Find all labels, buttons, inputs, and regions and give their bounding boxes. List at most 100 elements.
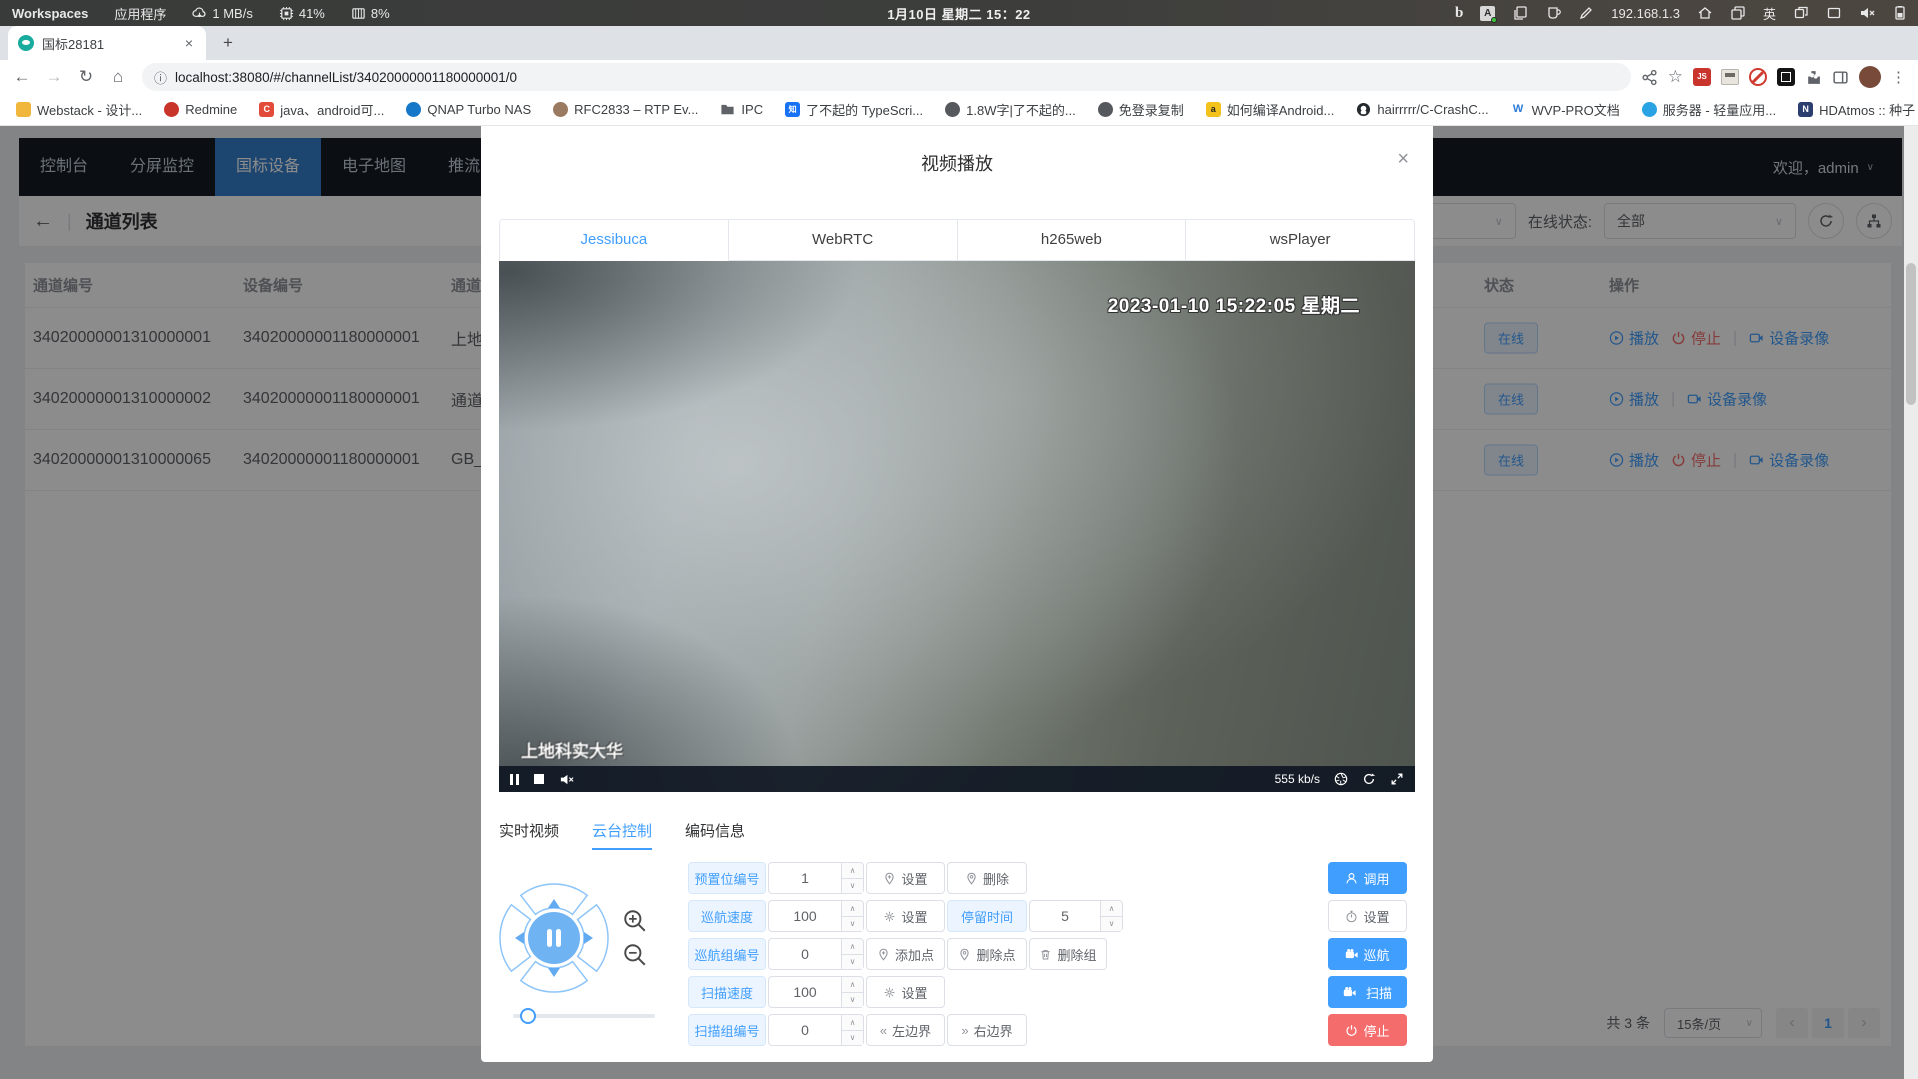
player-tab-h265web[interactable]: h265web	[958, 219, 1187, 261]
slider-handle[interactable]	[520, 1008, 536, 1024]
left-boundary-button[interactable]: «左边界	[866, 1014, 945, 1046]
clipboard-tray-icon[interactable]	[1512, 5, 1528, 21]
spin-up-icon[interactable]: ∧	[1101, 901, 1122, 917]
forward-button[interactable]: →	[40, 63, 68, 91]
profile-avatar[interactable]	[1859, 66, 1881, 88]
spin-down-icon[interactable]: ∨	[842, 955, 863, 970]
scrollbar-thumb[interactable]	[1906, 263, 1916, 405]
spin-down-icon[interactable]: ∨	[1101, 917, 1122, 932]
tab-encoding-info[interactable]: 编码信息	[685, 820, 745, 850]
preset-set-button[interactable]: 设置	[866, 862, 945, 894]
cruise-button[interactable]: 巡航	[1328, 938, 1407, 970]
browser-menu-icon[interactable]: ⋮	[1891, 68, 1906, 86]
window-switch-icon[interactable]	[1793, 5, 1809, 21]
clock[interactable]: 1月10日 星期二 15：22	[887, 4, 1030, 23]
bookmark-qnap[interactable]: QNAP Turbo NAS	[406, 102, 531, 117]
zoom-in-button[interactable]	[622, 908, 648, 934]
extension-print-icon[interactable]	[1721, 69, 1739, 85]
applications-menu[interactable]: 应用程序	[114, 4, 166, 23]
spin-down-icon[interactable]: ∨	[842, 917, 863, 932]
scan-button[interactable]: 停止扫描速度扫描	[1328, 976, 1407, 1008]
fullscreen-icon[interactable]	[1390, 772, 1404, 786]
address-bar[interactable]: ⓘ localhost:38080/#/channelList/34020000…	[142, 63, 1631, 91]
ptz-up-button[interactable]	[521, 884, 587, 914]
player-tab-webrtc[interactable]: WebRTC	[729, 219, 958, 261]
player-tab-jessibuca[interactable]: Jessibuca	[499, 219, 729, 261]
translate-tray-icon[interactable]: A	[1480, 6, 1495, 21]
share-icon[interactable]	[1641, 69, 1658, 86]
zoom-out-button[interactable]	[622, 942, 648, 968]
browser-tab[interactable]: 国标28181 ×	[8, 26, 206, 60]
home-tray-icon[interactable]	[1697, 5, 1713, 21]
spin-up-icon[interactable]: ∧	[842, 901, 863, 917]
player-settings-icon[interactable]	[1334, 772, 1348, 786]
bookmark-rfc2833[interactable]: RFC2833 – RTP Ev...	[553, 102, 698, 117]
preset-delete-button[interactable]: 删除	[947, 862, 1027, 894]
volume-muted-icon[interactable]	[1859, 5, 1875, 21]
spin-down-icon[interactable]: ∨	[842, 879, 863, 894]
ptz-center-pause-button[interactable]	[528, 912, 580, 964]
stay-time-set-button[interactable]: 设置	[1328, 900, 1407, 932]
home-button[interactable]: ⌂	[104, 63, 132, 91]
add-point-button[interactable]: 添加点	[866, 938, 945, 970]
preset-number-input[interactable]: 1 ∧∨	[768, 862, 864, 894]
ptz-stop-button[interactable]: 停止	[1328, 1014, 1407, 1046]
bookmark-hdatmos[interactable]: NHDAtmos :: 种子 *...	[1798, 100, 1918, 119]
ip-address-indicator[interactable]: 192.168.1.3	[1611, 6, 1680, 21]
site-info-icon[interactable]: ⓘ	[154, 68, 167, 87]
bookmark-article[interactable]: 1.8W字|了不起的...	[945, 100, 1076, 119]
cruise-speed-input[interactable]: 100 ∧∨	[768, 900, 864, 932]
spin-down-icon[interactable]: ∨	[842, 993, 863, 1008]
spin-up-icon[interactable]: ∧	[842, 939, 863, 955]
bookmark-redmine[interactable]: Redmine	[164, 102, 237, 117]
back-button[interactable]: ←	[8, 63, 36, 91]
ptz-left-button[interactable]	[500, 905, 530, 971]
tab-ptz-control[interactable]: 云台控制	[592, 820, 652, 850]
bookmark-webstack[interactable]: Webstack - 设计...	[16, 100, 142, 119]
extension-dark-icon[interactable]	[1777, 68, 1795, 86]
workspaces-button[interactable]: Workspaces	[12, 6, 88, 21]
cruise-speed-set-button[interactable]: 设置	[866, 900, 945, 932]
bookmark-csdn[interactable]: Cjava、android可...	[259, 100, 384, 119]
bookmark-ipc-folder[interactable]: IPC	[720, 102, 763, 117]
spin-down-icon[interactable]: ∨	[842, 1031, 863, 1046]
bing-tray-icon[interactable]: b	[1455, 5, 1463, 22]
cruise-group-input[interactable]: 0 ∧∨	[768, 938, 864, 970]
bookmark-zhihu[interactable]: 知了不起的 TypeScri...	[785, 100, 923, 119]
scan-speed-set-button[interactable]: 设置	[866, 976, 945, 1008]
tool-tray-icon[interactable]	[1578, 5, 1594, 21]
stop-playback-button[interactable]	[534, 774, 544, 784]
spin-up-icon[interactable]: ∧	[842, 977, 863, 993]
pause-button[interactable]	[510, 774, 519, 785]
bookmark-wvp-doc[interactable]: WWVP-PRO文档	[1511, 100, 1620, 119]
extensions-puzzle-icon[interactable]	[1805, 69, 1822, 86]
dialog-close-icon[interactable]: ×	[1397, 148, 1409, 171]
bookmark-android-build[interactable]: a如何编译Android...	[1206, 100, 1335, 119]
spin-up-icon[interactable]: ∧	[842, 1015, 863, 1031]
bookmark-server[interactable]: 服务器 - 轻量应用...	[1642, 100, 1776, 119]
bookmark-copy-free[interactable]: 免登录复制	[1098, 100, 1184, 119]
delete-point-button[interactable]: 删除点	[947, 938, 1027, 970]
video-player[interactable]: 2023-01-10 15:22:05 星期二 上地科实大华 555 kb/s	[499, 261, 1415, 792]
player-tab-wsplayer[interactable]: wsPlayer	[1186, 219, 1415, 261]
spin-up-icon[interactable]: ∧	[842, 863, 863, 879]
stay-time-input[interactable]: 5 ∧∨	[1029, 900, 1123, 932]
extension-js-icon[interactable]: JS	[1693, 68, 1711, 86]
ptz-down-button[interactable]	[521, 962, 587, 992]
bookmark-github[interactable]: hairrrrr/C-CrashC...	[1356, 102, 1488, 117]
extension-adblock-icon[interactable]	[1749, 68, 1767, 86]
window-icon[interactable]	[1826, 5, 1842, 21]
ptz-right-button[interactable]	[578, 905, 608, 971]
preset-call-button[interactable]: 调用	[1328, 862, 1407, 894]
bookmark-star-icon[interactable]: ☆	[1668, 67, 1683, 87]
layers-tray-icon[interactable]	[1730, 5, 1746, 21]
right-boundary-button[interactable]: »右边界	[947, 1014, 1027, 1046]
teatime-tray-icon[interactable]	[1545, 5, 1561, 21]
tab-live-video[interactable]: 实时视频	[499, 820, 559, 850]
scan-speed-input[interactable]: 100 ∧∨	[768, 976, 864, 1008]
input-method-indicator[interactable]: 英	[1763, 4, 1776, 23]
tab-close-icon[interactable]: ×	[182, 35, 196, 51]
delete-group-button[interactable]: 删除组	[1029, 938, 1107, 970]
player-refresh-icon[interactable]	[1362, 772, 1376, 786]
ptz-speed-slider[interactable]	[513, 1014, 655, 1018]
